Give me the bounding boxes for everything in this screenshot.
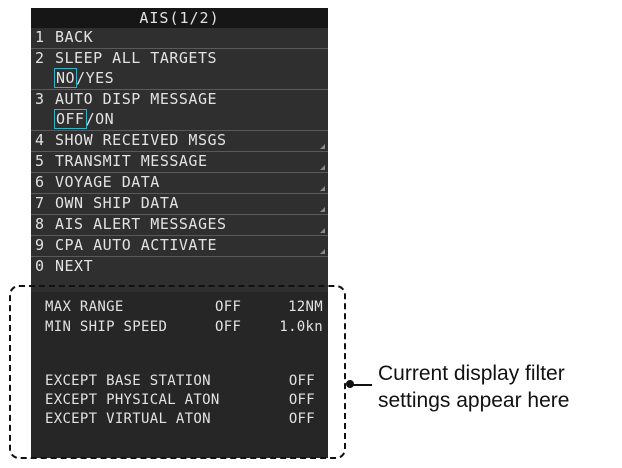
menu-item-sleep-all-targets[interactable]: 2 SLEEP ALL TARGETS NO/YES <box>31 49 328 90</box>
option-off-selected[interactable]: OFF <box>54 109 87 129</box>
menu-item-transmit-message[interactable]: 5 TRANSMIT MESSAGE <box>31 152 328 173</box>
item-label: VOYAGE DATA <box>55 173 160 191</box>
menu-item-show-received-msgs[interactable]: 4 SHOW RECEIVED MSGS <box>31 131 328 152</box>
option-yes[interactable]: /YES <box>76 69 114 87</box>
item-number: 9 <box>35 236 45 254</box>
item-number: 6 <box>35 173 45 191</box>
sleep-option-group: NO/YES <box>53 68 114 88</box>
callout-annotation: Current display filter settings appear h… <box>378 360 618 414</box>
option-no-selected[interactable]: NO <box>53 68 78 88</box>
menu-title: AIS(1/2) <box>31 8 328 28</box>
item-label: SHOW RECEIVED MSGS <box>55 131 227 149</box>
item-label: BACK <box>55 28 94 46</box>
item-number: 2 <box>35 49 45 67</box>
option-on[interactable]: /ON <box>86 110 115 128</box>
item-label: OWN SHIP DATA <box>55 194 179 212</box>
callout-line-2: settings appear here <box>378 389 570 412</box>
item-number: 0 <box>35 257 45 275</box>
item-label: AUTO DISP MESSAGE <box>55 90 218 108</box>
item-label: SLEEP ALL TARGETS <box>55 49 218 67</box>
callout-leader-line <box>352 384 372 386</box>
submenu-corner-icon <box>320 144 325 149</box>
menu-item-back[interactable]: 1 BACK <box>31 28 328 49</box>
submenu-corner-icon <box>320 228 325 233</box>
item-label: TRANSMIT MESSAGE <box>55 152 208 170</box>
item-number: 8 <box>35 215 45 233</box>
item-label: CPA AUTO ACTIVATE <box>55 236 218 254</box>
filter-highlight-outline <box>9 285 346 459</box>
item-number: 3 <box>35 90 45 108</box>
menu-item-ais-alert-messages[interactable]: 8 AIS ALERT MESSAGES <box>31 215 328 236</box>
item-number: 1 <box>35 28 45 46</box>
submenu-corner-icon <box>320 186 325 191</box>
auto-disp-option-group: OFF/ON <box>54 109 115 129</box>
submenu-corner-icon <box>320 165 325 170</box>
item-label: AIS ALERT MESSAGES <box>55 215 227 233</box>
callout-line-1: Current display filter <box>378 362 565 385</box>
menu-item-voyage-data[interactable]: 6 VOYAGE DATA <box>31 173 328 194</box>
submenu-corner-icon <box>320 249 325 254</box>
menu-item-auto-disp-message[interactable]: 3 AUTO DISP MESSAGE OFF/ON <box>31 90 328 131</box>
item-number: 7 <box>35 194 45 212</box>
item-number: 4 <box>35 131 45 149</box>
menu-item-cpa-auto-activate[interactable]: 9 CPA AUTO ACTIVATE <box>31 236 328 257</box>
menu-item-next[interactable]: 0 NEXT <box>31 257 328 278</box>
menu-item-own-ship-data[interactable]: 7 OWN SHIP DATA <box>31 194 328 215</box>
item-number: 5 <box>35 152 45 170</box>
item-label: NEXT <box>55 257 94 275</box>
submenu-corner-icon <box>320 207 325 212</box>
